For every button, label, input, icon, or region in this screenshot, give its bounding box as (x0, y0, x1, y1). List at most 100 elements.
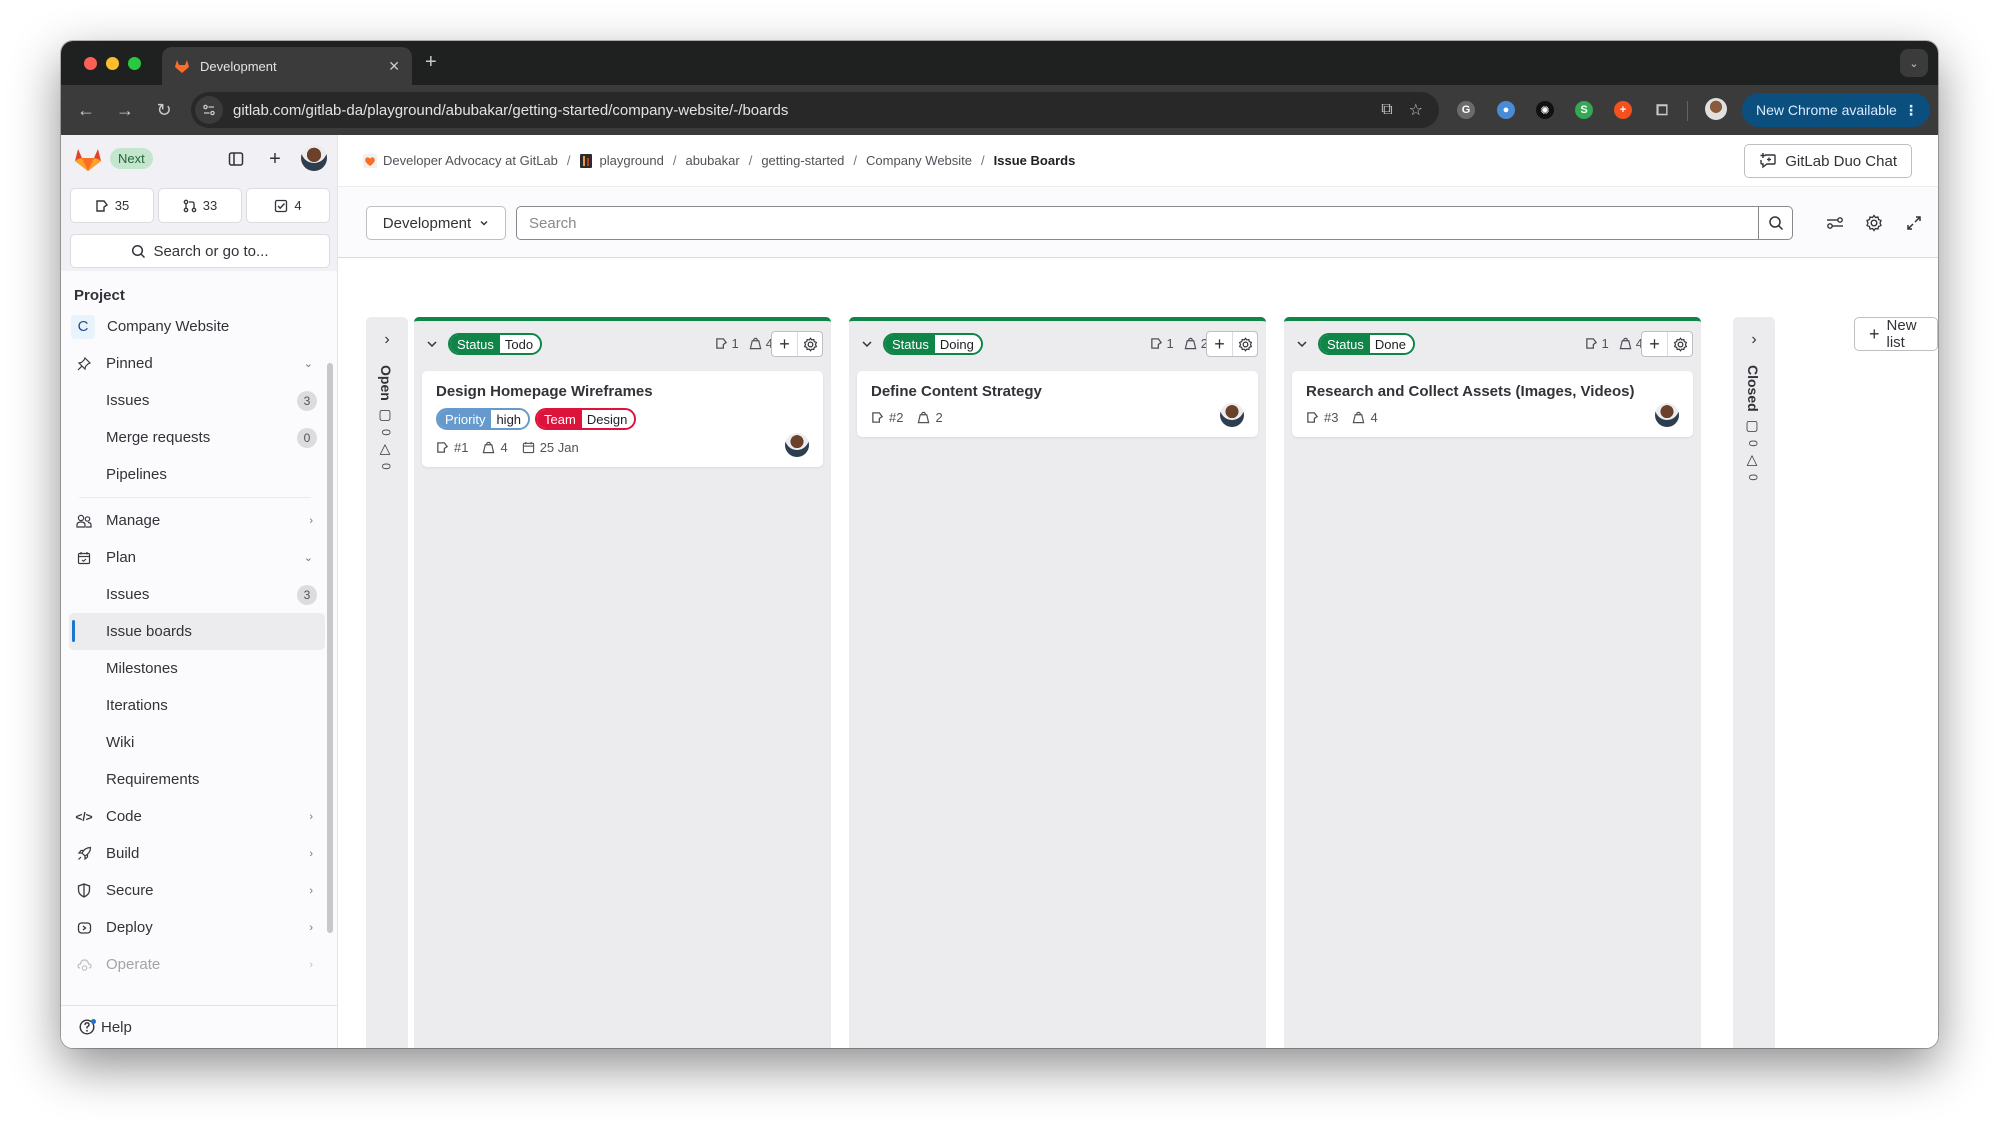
sidebar-item-iterations[interactable]: Iterations (69, 687, 325, 724)
sidebar-item-deploy[interactable]: Deploy › (69, 909, 325, 946)
address-bar[interactable]: gitlab.com/gitlab-da/playground/abubakar… (191, 92, 1439, 128)
list-settings-gear-icon[interactable] (1232, 332, 1257, 356)
extensions-puzzle-icon[interactable]: ⧠ (1653, 101, 1671, 119)
list-settings-gear-icon[interactable] (797, 332, 822, 356)
chrome-profile-avatar[interactable] (1705, 98, 1727, 120)
sidebar-item-code[interactable]: </> Code › (69, 798, 325, 835)
collapse-list-chevron-icon[interactable] (1296, 338, 1308, 350)
close-tab-icon[interactable]: ✕ (388, 58, 400, 75)
list-label-badge[interactable]: Status Done (1318, 333, 1415, 355)
open-list-header: Open ▢ 0 △ 0 (378, 365, 394, 470)
chrome-update-button[interactable]: New Chrome available ⋮ (1742, 93, 1930, 127)
collapse-list-chevron-icon[interactable] (426, 338, 438, 350)
breadcrumb-project[interactable]: Company Website (866, 153, 972, 168)
duo-chat-button[interactable]: GitLab Duo Chat (1744, 144, 1912, 178)
list-settings-gear-icon[interactable] (1667, 332, 1692, 356)
collapse-sidebar-icon[interactable] (223, 146, 249, 172)
issue-label[interactable]: Team Design (535, 408, 637, 430)
help-label: Help (101, 1018, 132, 1036)
sidebar-item-operate[interactable]: Operate › (69, 946, 325, 983)
sidebar-item-requirements[interactable]: Requirements (69, 761, 325, 798)
breadcrumb-group[interactable]: Developer Advocacy at GitLab (363, 153, 558, 168)
weight-icon (1352, 411, 1365, 424)
user-avatar[interactable] (301, 145, 327, 171)
expand-list-chevron-icon[interactable]: › (366, 331, 408, 349)
breadcrumb-subgroup[interactable]: playground (579, 153, 664, 168)
issue-title[interactable]: Define Content Strategy (871, 383, 1244, 400)
sidebar-item-merge-requests[interactable]: Merge requests 0 (69, 419, 325, 456)
breadcrumb-separator: / (748, 153, 753, 168)
extension-orange-icon[interactable]: + (1614, 101, 1632, 119)
sidebar-item-build[interactable]: Build › (69, 835, 325, 872)
help-button[interactable]: Help (61, 1005, 337, 1048)
issue-title[interactable]: Design Homepage Wireframes (436, 383, 809, 400)
sidebar-divider (79, 497, 311, 498)
new-tab-button[interactable]: + (425, 51, 437, 74)
sidebar-item-pipelines[interactable]: Pipelines (69, 456, 325, 493)
issues-counter[interactable]: 35 (70, 188, 154, 223)
board-switcher-dropdown[interactable]: Development (366, 206, 506, 240)
list-label-badge[interactable]: Status Doing (883, 333, 983, 355)
merge-requests-count: 33 (202, 198, 218, 213)
list-label-badge[interactable]: Status Todo (448, 333, 543, 355)
breadcrumb-user[interactable]: abubakar (685, 153, 739, 168)
issue-card[interactable]: Define Content Strategy #2 2 (857, 371, 1258, 437)
sidebar-item-secure[interactable]: Secure › (69, 872, 325, 909)
assignee-avatar[interactable] (1220, 403, 1244, 427)
sidebar-item-manage[interactable]: Manage › (69, 502, 325, 539)
board-settings-gear-icon[interactable] (1864, 213, 1884, 233)
assignee-avatar[interactable] (785, 433, 809, 457)
extension-green-icon[interactable]: S (1575, 101, 1593, 119)
browser-tab[interactable]: Development ✕ (162, 47, 412, 85)
extension-dark-icon[interactable]: ✺ (1536, 101, 1554, 119)
new-list-button[interactable]: + New list (1854, 317, 1938, 351)
extension-blue-icon[interactable]: ● (1497, 101, 1515, 119)
minimize-window-button[interactable] (106, 57, 119, 70)
board-search-input[interactable] (517, 214, 1758, 232)
issue-label[interactable]: Priority high (436, 408, 531, 430)
sidebar-item-issue-boards[interactable]: Issue boards (69, 613, 325, 650)
breadcrumb-current[interactable]: Issue Boards (994, 153, 1076, 168)
issue-card[interactable]: Design Homepage Wireframes Priority high Te… (422, 371, 823, 467)
sidebar-item-wiki[interactable]: Wiki (69, 724, 325, 761)
open-external-icon[interactable]: ⧉ (1381, 101, 1392, 119)
close-window-button[interactable] (84, 57, 97, 70)
extension-grammarly-icon[interactable]: G (1457, 101, 1475, 119)
forward-button[interactable]: → (114, 99, 136, 121)
issue-card[interactable]: Research and Collect Assets (Images, Vid… (1292, 371, 1693, 437)
add-issue-button[interactable]: + (1207, 332, 1232, 356)
todos-counter[interactable]: 4 (246, 188, 330, 223)
issue-title[interactable]: Research and Collect Assets (Images, Vid… (1306, 383, 1679, 400)
search-submit-button[interactable] (1758, 207, 1792, 239)
issue-meta: #3 4 (1306, 410, 1679, 425)
board-filters-icon[interactable] (1825, 213, 1845, 233)
assignee-avatar[interactable] (1655, 403, 1679, 427)
create-new-icon[interactable]: + (262, 146, 288, 172)
bookmark-star-icon[interactable]: ☆ (1409, 100, 1423, 120)
breadcrumb-label: Issue Boards (993, 153, 1076, 168)
reload-button[interactable]: ↻ (153, 99, 175, 121)
collapse-list-chevron-icon[interactable] (861, 338, 873, 350)
sidebar-item-milestones[interactable]: Milestones (69, 650, 325, 687)
merge-requests-counter[interactable]: 33 (158, 188, 242, 223)
sidebar-item-pinned[interactable]: Pinned ⌄ (69, 345, 325, 382)
breadcrumb-getting-started[interactable]: getting-started (761, 153, 844, 168)
add-issue-button[interactable]: + (1642, 332, 1667, 356)
search-or-go-to-button[interactable]: Search or go to... (70, 234, 330, 268)
sidebar-item-project[interactable]: C Company Website (69, 308, 325, 345)
site-info-icon[interactable] (195, 96, 223, 124)
sidebar-item-plan-issues[interactable]: Issues 3 (69, 576, 325, 613)
expand-list-chevron-icon[interactable]: › (1733, 331, 1775, 349)
sidebar-scrollbar[interactable] (327, 363, 333, 933)
issue-weight: 4 (1370, 410, 1378, 425)
add-issue-button[interactable]: + (772, 332, 797, 356)
sidebar-item-pinned-issues[interactable]: Issues 3 (69, 382, 325, 419)
tab-search-button[interactable]: ⌄ (1900, 49, 1928, 77)
back-button[interactable]: ← (75, 99, 97, 121)
sidebar-item-plan[interactable]: Plan ⌄ (69, 539, 325, 576)
maximize-window-button[interactable] (128, 57, 141, 70)
list-actions: + (771, 331, 823, 357)
fullscreen-expand-icon[interactable] (1904, 213, 1924, 233)
list-counts: 14 (1585, 336, 1643, 351)
gitlab-logo-icon[interactable] (74, 146, 102, 172)
